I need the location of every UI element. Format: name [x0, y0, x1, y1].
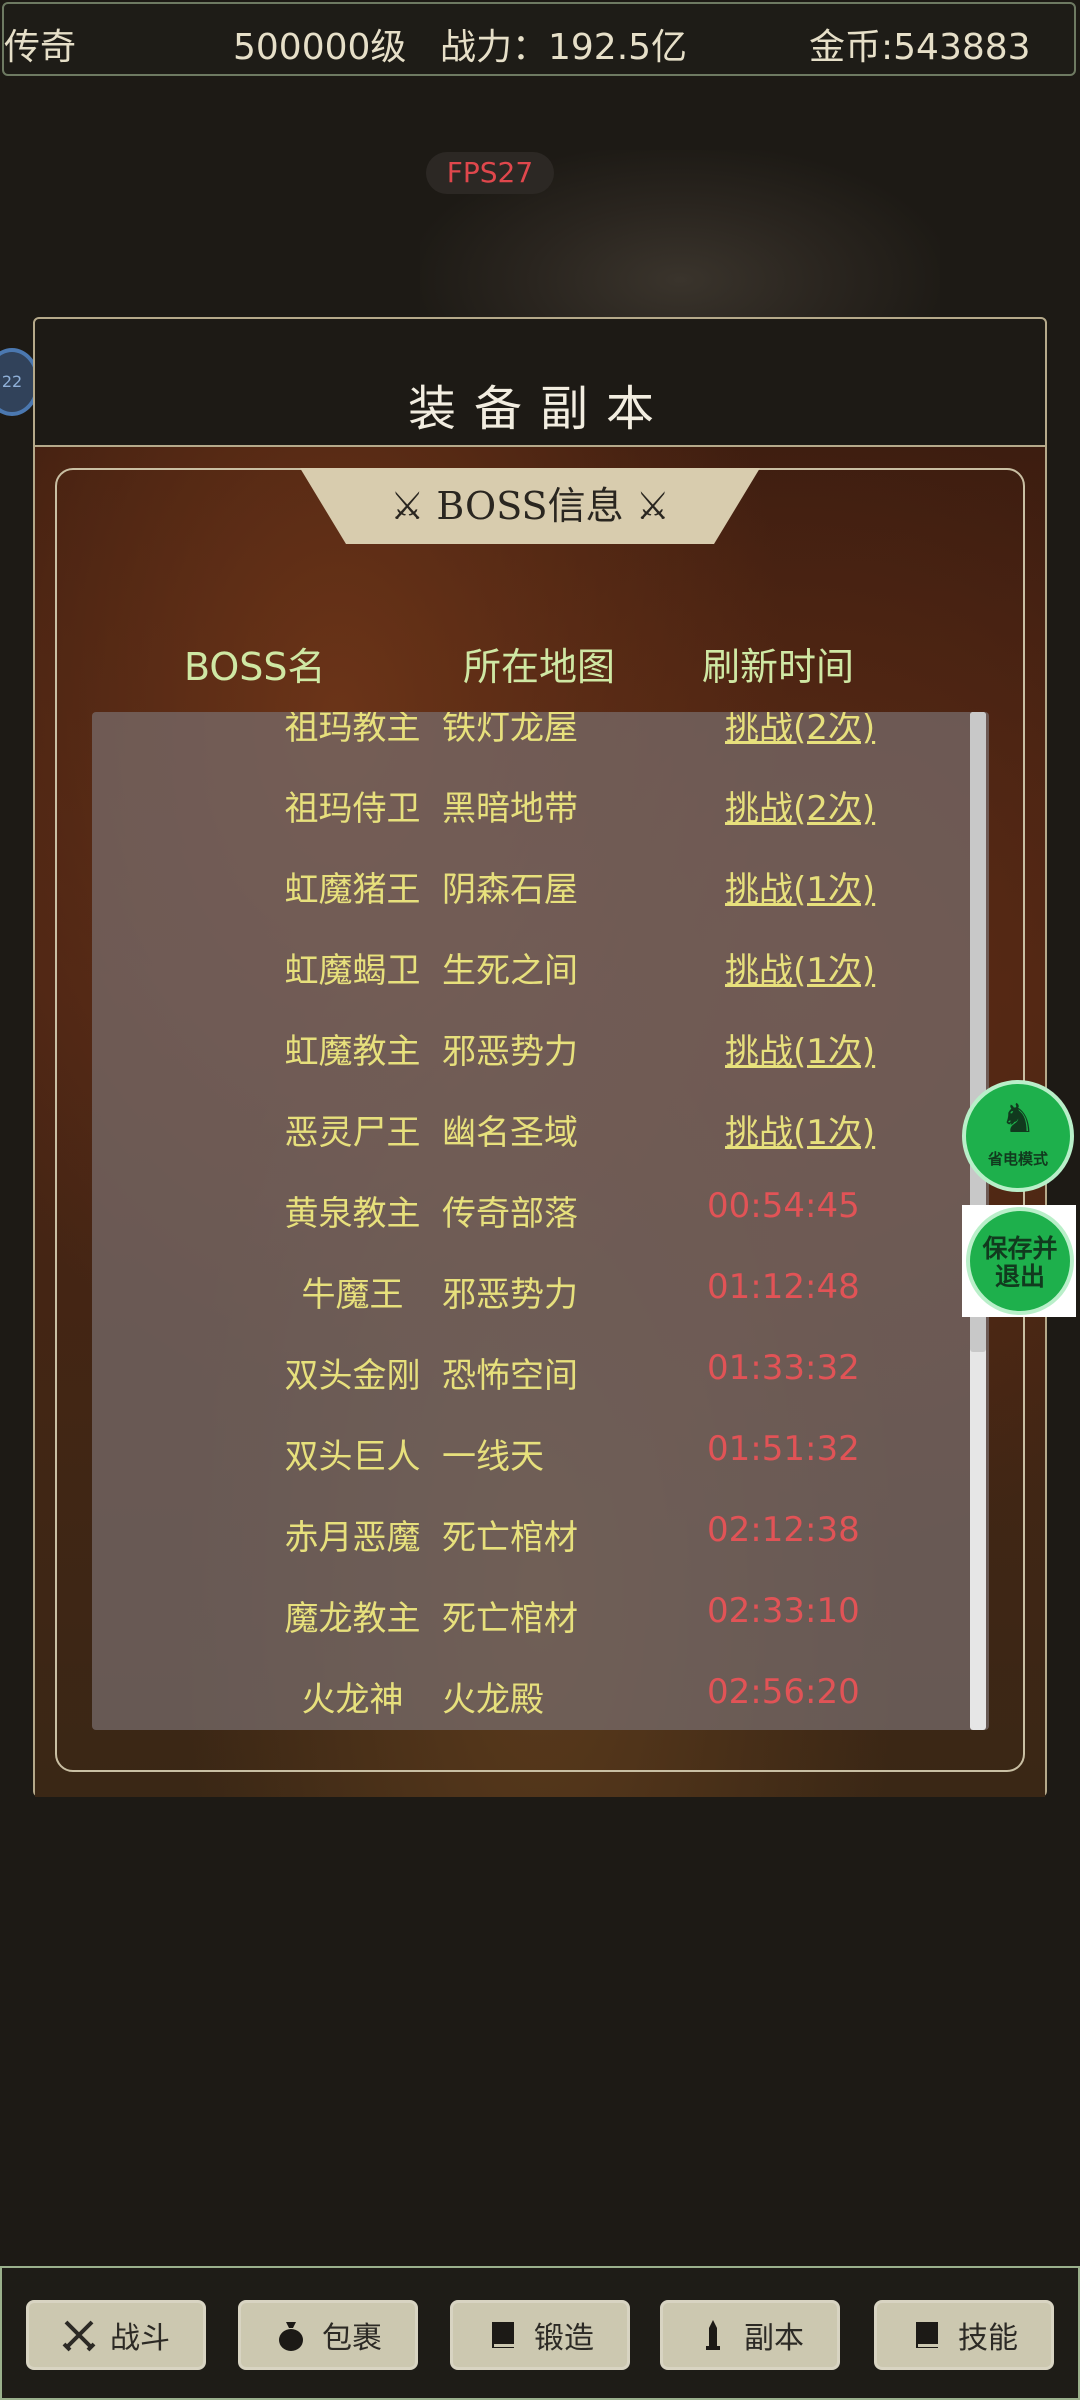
- challenge-link[interactable]: 挑战(1次): [725, 1105, 875, 1154]
- refresh-timer: 02:56:20: [707, 1672, 860, 1712]
- boss-info-tab[interactable]: ⚔ BOSS信息 ⚔: [300, 468, 760, 544]
- nav-skill-label: 技能: [958, 2321, 1018, 2356]
- boss-map: 邪恶势力: [442, 1275, 578, 1315]
- challenge-link[interactable]: 挑战(1次): [725, 1024, 875, 1073]
- boss-map: 死亡棺材: [442, 1518, 578, 1558]
- boss-map: 死亡棺材: [442, 1599, 578, 1639]
- boss-map: 传奇部落: [442, 1194, 578, 1234]
- refresh-timer: 00:54:45: [707, 1186, 860, 1226]
- combat-power: 战力：192.5亿: [440, 27, 688, 68]
- column-header-refresh-time: 刷新时间: [702, 645, 855, 689]
- panel-title: 装备副本: [35, 319, 1045, 447]
- bag-icon: [274, 2318, 308, 2352]
- boss-name: 双头金刚: [284, 1356, 421, 1396]
- power-saving-mode-button[interactable]: ♞ 省电模式: [962, 1080, 1074, 1192]
- boss-name: 祖玛教主: [284, 712, 421, 748]
- column-header-map: 所在地图: [463, 645, 616, 689]
- boss-name: 牛魔王: [301, 1275, 404, 1315]
- boss-list[interactable]: 祖玛教主 铁灯龙屋 挑战(2次) 祖玛侍卫 黑暗地带 挑战(2次) 虹魔猪王 阴森石屋 挑战(1…: [92, 712, 989, 1730]
- boss-name: 虹魔猪王: [284, 870, 421, 910]
- list-item: 祖玛侍卫 黑暗地带 挑战(2次): [92, 763, 989, 844]
- nav-bag-button[interactable]: 包裹: [238, 2300, 418, 2370]
- list-item: 虹魔猪王 阴森石屋 挑战(1次): [92, 844, 989, 925]
- nav-bag-label: 包裹: [322, 2321, 382, 2356]
- book-icon: [910, 2318, 944, 2352]
- boss-name: 祖玛侍卫: [284, 789, 421, 829]
- boss-name: 虹魔教主: [284, 1032, 421, 1072]
- refresh-timer: 02:33:10: [707, 1591, 860, 1631]
- boss-map: 幽名圣域: [442, 1113, 578, 1153]
- challenge-link[interactable]: 挑战(2次): [725, 781, 875, 830]
- nav-forge-button[interactable]: 锻造: [450, 2300, 630, 2370]
- list-item: 火龙神 火龙殿 02:56:20: [92, 1654, 989, 1730]
- list-item: 恶灵尸王 幽名圣域 挑战(1次): [92, 1087, 989, 1168]
- refresh-timer: 02:12:38: [707, 1510, 860, 1550]
- nav-dungeon-button[interactable]: 副本: [660, 2300, 840, 2370]
- save-and-exit-button[interactable]: 保存并 退出: [966, 1207, 1074, 1315]
- nav-battle-button[interactable]: 战斗: [26, 2300, 206, 2370]
- crossed-swords-icon: ⚔: [635, 484, 670, 528]
- boss-name: 恶灵尸王: [284, 1113, 421, 1153]
- challenge-link[interactable]: 挑战(1次): [725, 862, 875, 911]
- list-item: 赤月恶魔 死亡棺材 02:12:38: [92, 1492, 989, 1573]
- boss-name: 赤月恶魔: [284, 1518, 421, 1558]
- nav-skill-button[interactable]: 技能: [874, 2300, 1054, 2370]
- list-item: 虹魔教主 邪恶势力 挑战(1次): [92, 1006, 989, 1087]
- boss-name: 魔龙教主: [284, 1599, 421, 1639]
- save-exit-label-line2: 退出: [994, 1262, 1045, 1291]
- nav-battle-label: 战斗: [110, 2321, 170, 2356]
- boss-map: 阴森石屋: [442, 870, 578, 910]
- crossed-swords-icon: ⚔: [390, 484, 425, 528]
- boss-map: 铁灯龙屋: [442, 712, 578, 748]
- refresh-timer: 01:12:48: [707, 1267, 860, 1307]
- boss-name: 虹魔蝎卫: [284, 951, 421, 991]
- boss-map: 生死之间: [442, 951, 578, 991]
- crossed-swords-icon: [62, 2318, 96, 2352]
- list-item: 虹魔蝎卫 生死之间 挑战(1次): [92, 925, 989, 1006]
- nav-dungeon-label: 副本: [744, 2321, 804, 2356]
- boss-name: 双头巨人: [284, 1437, 421, 1477]
- boss-info-tab-label: BOSS信息: [436, 484, 624, 528]
- boss-map: 火龙殿: [442, 1680, 544, 1720]
- list-item: 黄泉教主 传奇部落 00:54:45: [92, 1168, 989, 1249]
- nav-forge-label: 锻造: [534, 2321, 594, 2356]
- save-exit-label-line1: 保存并: [982, 1234, 1058, 1263]
- boss-map: 恐怖空间: [442, 1356, 578, 1396]
- list-item: 双头巨人 一线天 01:51:32: [92, 1411, 989, 1492]
- challenge-link[interactable]: 挑战(1次): [725, 943, 875, 992]
- fps-counter: FPS27: [426, 152, 554, 194]
- tower-icon: [696, 2318, 730, 2352]
- boss-map: 黑暗地带: [442, 789, 578, 829]
- player-level: 500000级: [233, 27, 407, 68]
- list-item: 牛魔王 邪恶势力 01:12:48: [92, 1249, 989, 1330]
- boss-map: 邪恶势力: [442, 1032, 578, 1072]
- gold-amount: 金币:543883: [809, 27, 1031, 68]
- column-header-boss-name: BOSS名: [184, 645, 326, 689]
- top-status-bar: 传奇 500000级 战力：192.5亿 金币:543883: [2, 2, 1076, 76]
- game-title: 传奇: [4, 27, 77, 68]
- boss-name: 黄泉教主: [284, 1194, 421, 1234]
- list-item: 魔龙教主 死亡棺材 02:33:10: [92, 1573, 989, 1654]
- rabbit-icon: ♞: [1000, 1096, 1036, 1142]
- list-item: 双头金刚 恐怖空间 01:33:32: [92, 1330, 989, 1411]
- boss-map: 一线天: [442, 1437, 544, 1477]
- power-saving-label: 省电模式: [987, 1150, 1048, 1168]
- boss-name: 火龙神: [301, 1680, 404, 1720]
- challenge-link[interactable]: 挑战(2次): [725, 712, 875, 749]
- refresh-timer: 01:51:32: [707, 1429, 860, 1469]
- book-icon: [486, 2318, 520, 2352]
- refresh-timer: 01:33:32: [707, 1348, 860, 1388]
- list-item: 祖玛教主 铁灯龙屋 挑战(2次): [92, 712, 989, 763]
